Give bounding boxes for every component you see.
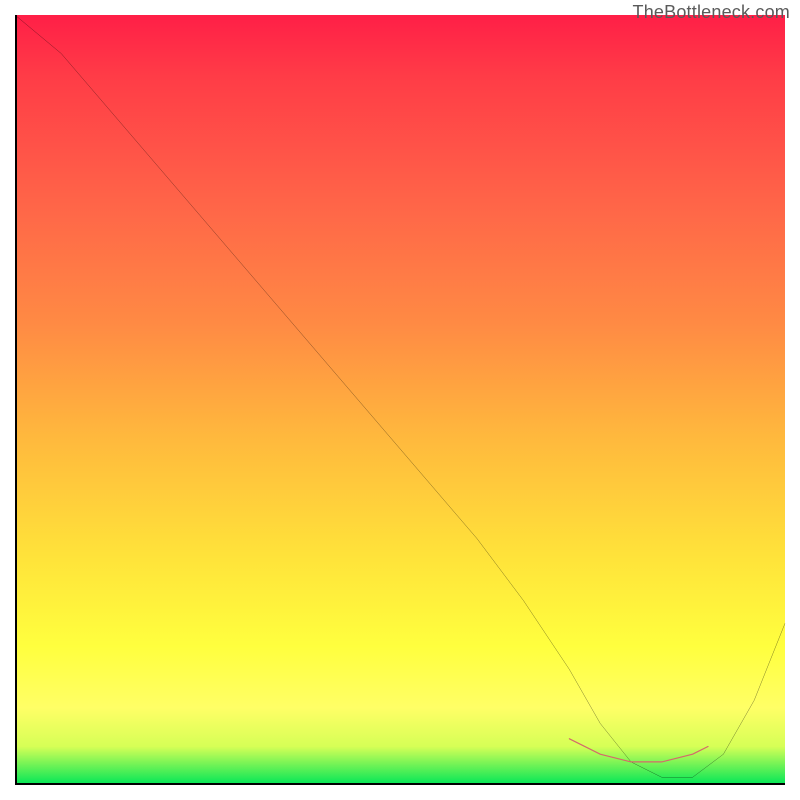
bottleneck-curve-path — [15, 15, 785, 777]
plot-area — [15, 15, 785, 785]
bottleneck-chart: TheBottleneck.com — [0, 0, 800, 800]
optimal-range-path — [569, 739, 708, 762]
curve-layer — [15, 15, 785, 785]
watermark-text: TheBottleneck.com — [633, 2, 790, 23]
